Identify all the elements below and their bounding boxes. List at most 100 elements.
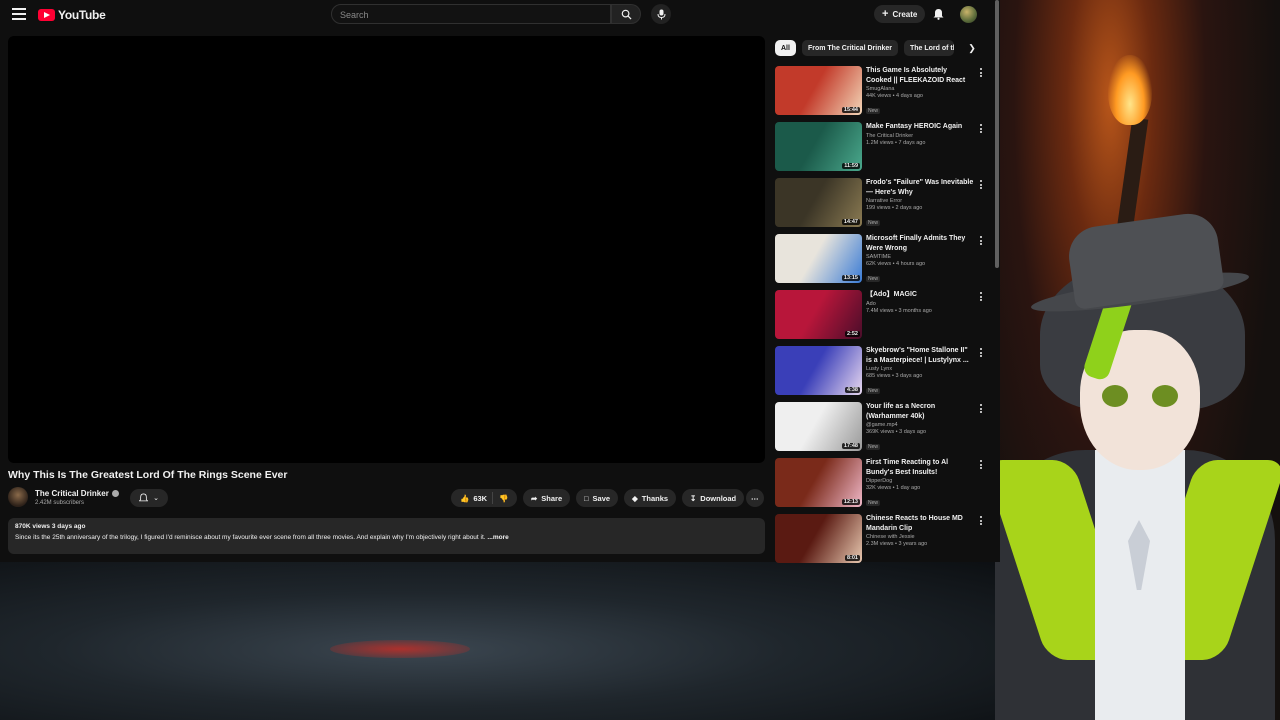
recommendation-meta: 62K views • 4 hours ago [866,261,926,267]
video-thumbnail[interactable]: 11:59 [775,122,862,171]
recommendation-item[interactable]: 12:13 First Time Reacting to Al Bundy's … [775,458,990,514]
recommendation-title[interactable]: Chinese Reacts to House MD Mandarin Clip [866,514,974,533]
voice-search-button[interactable] [651,4,671,24]
recommendation-channel[interactable]: The Critical Drinker [866,133,974,139]
video-thumbnail[interactable]: 15:44 [775,66,862,115]
chip-from-channel[interactable]: From The Critical Drinker [801,40,898,56]
more-vertical-icon[interactable] [977,404,985,414]
video-thumbnail[interactable]: 14:47 [775,178,862,227]
recommendation-channel[interactable]: SAMTIME [866,254,974,260]
recommendation-meta: 685 views • 3 days ago [866,373,923,379]
recommendation-item[interactable]: 13:15 Microsoft Finally Admits They Were… [775,234,990,290]
bell-icon [139,493,149,502]
recommendation-title[interactable]: Your life as a Necron (Warhammer 40k) [866,402,974,421]
thanks-wrapper: ◆ Thanks [624,489,677,507]
video-thumbnail[interactable]: 17:48 [775,402,862,451]
recommendation-item[interactable]: 17:48 Your life as a Necron (Warhammer 4… [775,402,990,458]
recommendations-list: 15:44 This Game Is Absolutely Cooked || … [775,66,990,570]
subscription-bell-button[interactable]: ⌄ [130,489,168,507]
channel-name-row[interactable]: The Critical Drinker [35,489,119,498]
more-horizontal-icon: ⋯ [751,493,759,503]
recommendation-channel[interactable]: DipperDog [866,478,974,484]
duration-badge: 11:59 [842,163,860,169]
save-button[interactable]: □ Save [576,489,619,507]
video-thumbnail[interactable]: 12:13 [775,458,862,507]
floor-red-glow [330,640,470,658]
recommendation-item[interactable]: 11:59 Make Fantasy HEROIC Again The Crit… [775,122,990,178]
recommendation-channel[interactable]: SmugAlana [866,86,974,92]
recommendation-title[interactable]: Microsoft Finally Admits They Were Wrong [866,234,974,253]
search-input[interactable] [332,6,610,24]
recommendation-info: Frodo's "Failure" Was Inevitable — Here'… [866,178,974,229]
torch-flame [1108,55,1152,125]
description-box[interactable]: 870K views 3 days ago Since its the 25th… [8,518,765,554]
scrollbar[interactable] [995,0,999,268]
download-label: Download [700,493,737,503]
recommendation-meta: 7.4M views • 3 months ago [866,307,932,314]
video-player[interactable] [8,36,765,463]
more-vertical-icon[interactable] [977,292,985,302]
thanks-button[interactable]: ◆ Thanks [624,489,677,507]
recommendation-info: 【Ado】MAGIC Ado 7.4M views • 3 months ago [866,290,974,314]
recommendation-channel[interactable]: Narrative Error [866,198,974,204]
video-thumbnail[interactable]: 4:38 [775,346,862,395]
recommendation-info: Your life as a Necron (Warhammer 40k) @g… [866,402,974,453]
recommendation-item[interactable]: 14:47 Frodo's "Failure" Was Inevitable —… [775,178,990,234]
duration-badge: 2:52 [844,331,860,337]
chip-all[interactable]: All [775,40,796,56]
video-thumbnail[interactable]: 13:15 [775,234,862,283]
chip-lotr[interactable]: The Lord of the Rings [903,40,954,56]
more-vertical-icon[interactable] [977,124,985,134]
more-actions-button[interactable]: ⋯ [746,489,764,507]
video-thumbnail[interactable]: 2:52 [775,290,862,339]
like-button[interactable]: 👍 63K [451,492,493,504]
more-link[interactable]: ...more [487,534,508,541]
recommendation-info: Make Fantasy HEROIC Again The Critical D… [866,122,974,146]
hamburger-menu-icon[interactable] [12,8,26,20]
avatar-eye-right [1152,385,1178,407]
recommendation-item[interactable]: 2:52 【Ado】MAGIC Ado 7.4M views • 3 month… [775,290,990,346]
dislike-button[interactable]: 👎 [493,494,508,503]
more-vertical-icon[interactable] [977,348,985,358]
more-vertical-icon[interactable] [977,68,985,78]
recommendation-title[interactable]: This Game Is Absolutely Cooked || FLEEKA… [866,66,974,85]
recommendation-title[interactable]: Make Fantasy HEROIC Again [866,122,974,132]
create-button[interactable]: + Create [874,5,926,23]
youtube-logo[interactable]: YouTube [38,8,106,22]
verified-badge-icon [111,490,119,497]
recommendation-channel[interactable]: Lusty Lynx [866,366,974,372]
recommendation-channel[interactable]: Ado [866,301,974,307]
recommendation-channel[interactable]: Chinese with Jessie [866,534,974,540]
description-text-row: Since its the 25th anniversary of the tr… [15,534,758,541]
new-badge: New [866,388,881,394]
recommendation-channel-name: Narrative Error [866,198,903,204]
youtube-window: YouTube + Create Why This Is The Greates… [0,0,1000,563]
more-vertical-icon[interactable] [977,516,985,526]
recommendation-item[interactable]: 15:44 This Game Is Absolutely Cooked || … [775,66,990,122]
recommendation-title[interactable]: Skyebrow's "Home Stallone II" is a Maste… [866,346,974,365]
recommendation-title[interactable]: Frodo's "Failure" Was Inevitable — Here'… [866,178,974,197]
account-avatar[interactable] [960,6,977,23]
recommendation-info: Microsoft Finally Admits They Were Wrong… [866,234,974,285]
notifications-button[interactable] [930,6,946,22]
recommendation-title[interactable]: First Time Reacting to Al Bundy's Best I… [866,458,974,477]
recommendation-info: Skyebrow's "Home Stallone II" is a Maste… [866,346,974,397]
more-vertical-icon[interactable] [977,180,985,190]
chevron-right-icon[interactable]: ❯ [965,41,979,55]
more-vertical-icon[interactable] [977,236,985,246]
channel-avatar[interactable] [8,487,28,507]
like-count: 63K [473,493,488,503]
recommendation-channel[interactable]: @game.mp4 [866,422,974,428]
share-button[interactable]: ➦ Share [523,489,571,507]
recommendation-meta: 32K views • 1 day ago [866,485,921,491]
thanks-label: Thanks [641,493,669,503]
recommendation-item[interactable]: 4:38 Skyebrow's "Home Stallone II" is a … [775,346,990,402]
recommendation-item[interactable]: 8:01 Chinese Reacts to House MD Mandarin… [775,514,990,570]
download-button[interactable]: ↧ Download [682,489,745,507]
video-thumbnail[interactable]: 8:01 [775,514,862,563]
more-vertical-icon[interactable] [977,460,985,470]
recommendation-title[interactable]: 【Ado】MAGIC [866,290,974,300]
views-and-date: 870K views 3 days ago [15,523,86,530]
plus-icon: + [882,7,889,20]
search-button[interactable] [611,4,641,24]
